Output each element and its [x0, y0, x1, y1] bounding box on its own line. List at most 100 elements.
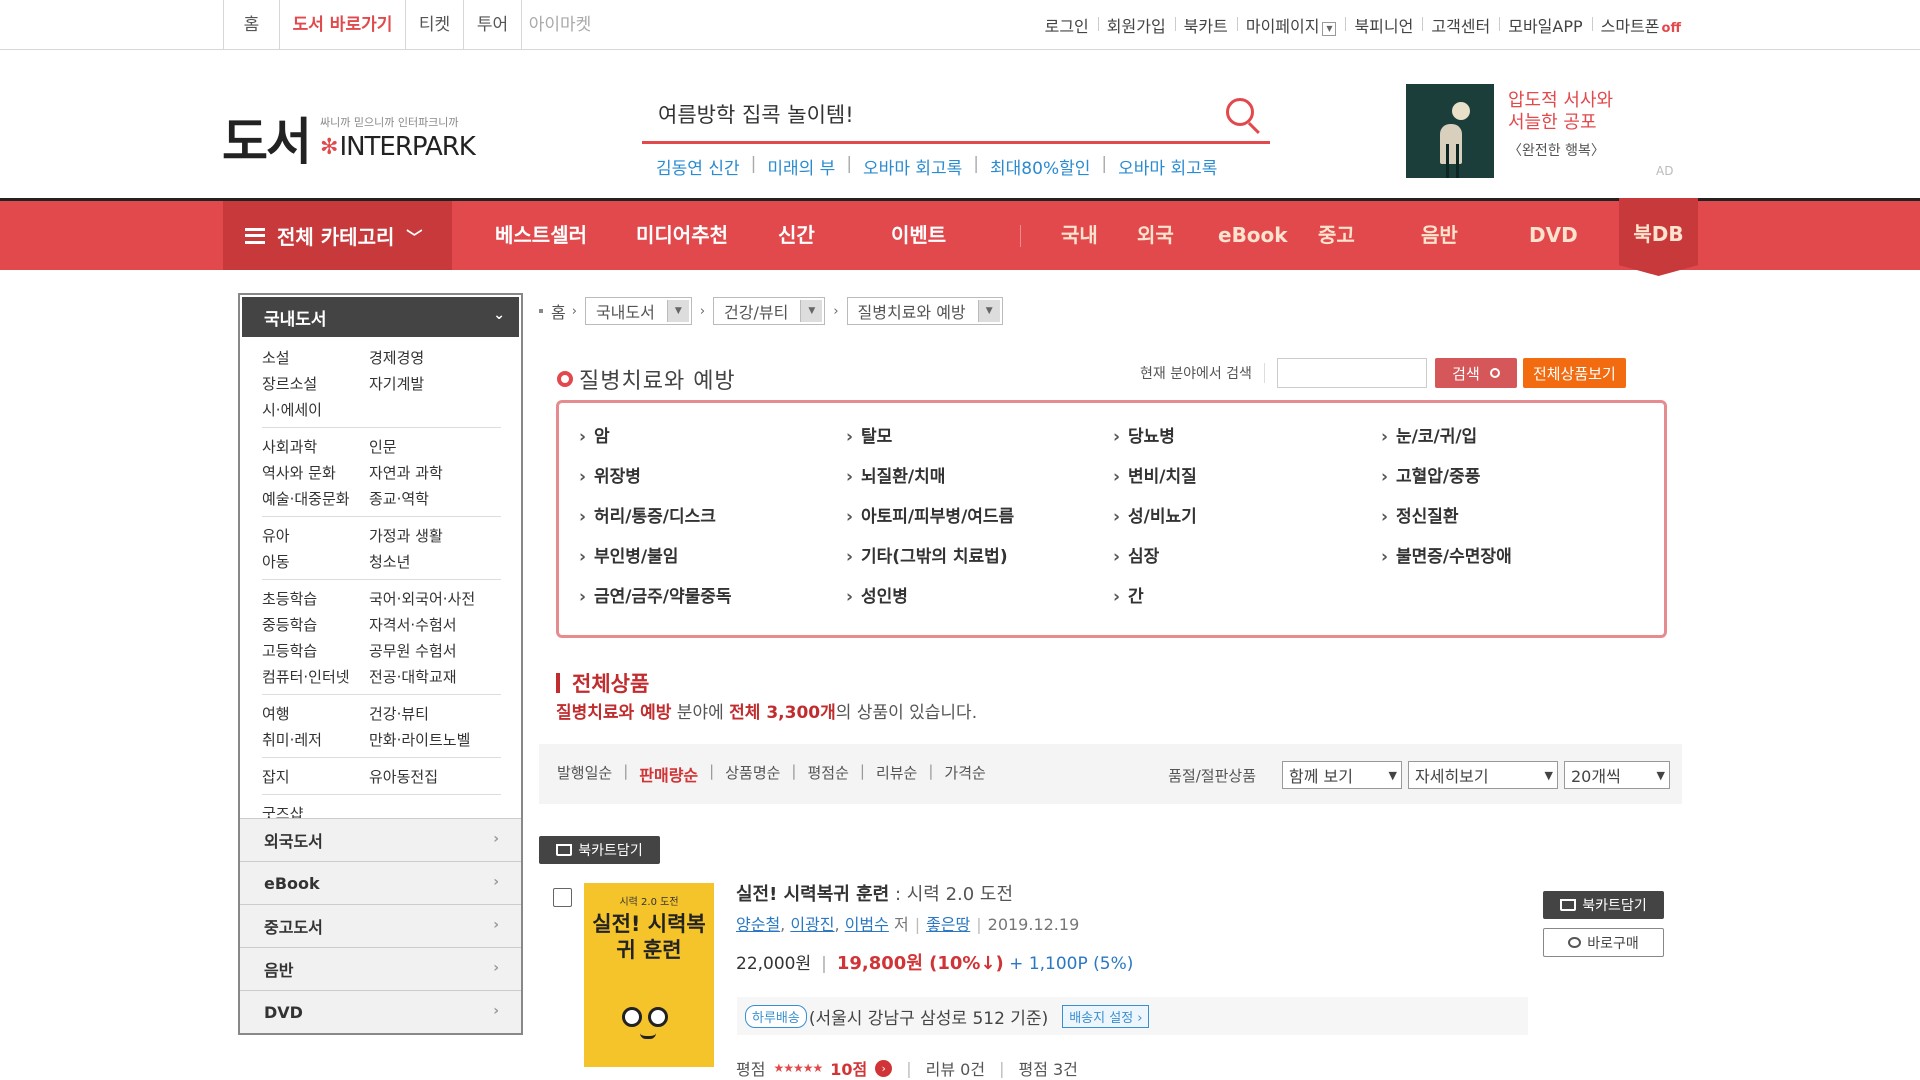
sidebar-category-link[interactable]: 취미·레저 — [262, 727, 369, 753]
chevron-right-icon[interactable]: › — [875, 1059, 893, 1077]
nav-media[interactable]: 미디어추천 — [636, 201, 728, 270]
search-input[interactable] — [642, 88, 1202, 140]
login-link[interactable]: 로그인 — [1036, 13, 1098, 37]
breadcrumb-level3-select[interactable]: 질병치료와 예방 ▼ — [846, 297, 1003, 325]
nav-foreign[interactable]: 외국 — [1137, 201, 1174, 270]
page-size-select[interactable]: 20개씩 ▼ — [1564, 761, 1670, 789]
sidebar-category-link[interactable]: 중등학습 — [262, 612, 369, 638]
view-mode-select[interactable]: 자세히보기 ▼ — [1408, 761, 1558, 789]
subcategory-link[interactable]: 변비/치질 — [1113, 463, 1381, 491]
subcategory-link[interactable]: 금연/금주/약물중독 — [579, 583, 846, 611]
sidebar-category-link[interactable]: 경제경영 — [369, 345, 424, 371]
mypage-link[interactable]: 마이페이지 ▼ — [1236, 13, 1346, 37]
search-icon[interactable] — [1224, 96, 1264, 136]
view-all-products-button[interactable]: 전체상품보기 — [1522, 358, 1626, 388]
keyword-link[interactable]: 김동연 신간 — [656, 154, 740, 179]
sidebar-category-link[interactable]: 고등학습 — [262, 638, 369, 664]
sidebar-category-link[interactable]: 소설 — [262, 345, 369, 371]
sidebar-category-link[interactable]: 자연과 과학 — [369, 460, 443, 486]
smartphone-toggle[interactable]: 스마트폰 off — [1591, 13, 1690, 37]
subcategory-link[interactable]: 불면증/수면장애 — [1381, 543, 1641, 571]
subcategory-link[interactable]: 정신질환 — [1381, 503, 1641, 531]
nav-music[interactable]: 음반 — [1421, 201, 1458, 270]
soldout-filter-label[interactable]: 품절/절판상품 — [1168, 765, 1256, 786]
sidebar-category-link[interactable]: 종교·역학 — [369, 486, 429, 512]
sidebar-category-link[interactable]: 가정과 생활 — [369, 523, 443, 549]
sidebar-category-link[interactable]: 자기계발 — [369, 371, 424, 397]
item-title[interactable]: 실전! 시력복귀 훈련 : 시력 2.0 도전 — [736, 880, 1013, 906]
subcategory-link[interactable]: 기타(그밖의 치료법) — [846, 543, 1113, 571]
sidebar-category-link[interactable]: 시·에세이 — [262, 397, 369, 423]
sidebar-category-link[interactable]: 장르소설 — [262, 371, 369, 397]
subcategory-link[interactable]: 성/비뇨기 — [1113, 503, 1381, 531]
breadcrumb-level2-select[interactable]: 건강/뷰티 ▼ — [713, 297, 826, 325]
subcategory-link[interactable]: 부인병/불임 — [579, 543, 846, 571]
sidebar-category-link[interactable]: 인문 — [369, 434, 397, 460]
rating-total[interactable]: 평점 3건 — [1018, 1056, 1077, 1080]
keyword-link[interactable]: 최대80%할인 — [990, 154, 1090, 179]
item-select-checkbox[interactable] — [553, 888, 572, 907]
header-ad[interactable]: 압도적 서사와 서늘한 공포 〈완전한 행복〉 AD — [1406, 84, 1706, 184]
sidebar-category-link[interactable]: 여행 — [262, 701, 369, 727]
subcategory-link[interactable]: 아토피/피부병/여드름 — [846, 503, 1113, 531]
nav-event[interactable]: 이벤트 — [891, 201, 946, 270]
bookcart-link[interactable]: 북카트 — [1174, 13, 1237, 37]
sidebar-category-link[interactable]: 국어·외국어·사전 — [369, 586, 475, 612]
nav-new[interactable]: 신간 — [778, 201, 815, 270]
tab-books[interactable]: 도서 바로가기 — [280, 0, 406, 50]
delivery-setting-button[interactable]: 배송지 설정 › — [1062, 1004, 1150, 1028]
subcategory-link[interactable]: 심장 — [1113, 543, 1381, 571]
subcategory-link[interactable]: 간 — [1113, 583, 1381, 611]
sort-option[interactable]: 평점순 — [807, 762, 848, 786]
nav-bookdb[interactable]: 북DB — [1619, 198, 1698, 276]
keyword-link[interactable]: 오바마 회고록 — [1118, 154, 1217, 179]
nav-dvd[interactable]: DVD — [1529, 201, 1578, 270]
tab-tour[interactable]: 투어 — [464, 0, 522, 50]
nav-domestic[interactable]: 국내 — [1061, 201, 1098, 270]
tab-ticket[interactable]: 티켓 — [406, 0, 464, 50]
category-search-input[interactable] — [1276, 358, 1427, 388]
sidebar-category-link[interactable]: 잡지 — [262, 764, 369, 790]
sort-option[interactable]: 판매량순 — [639, 762, 698, 786]
customer-center-link[interactable]: 고객센터 — [1422, 13, 1499, 37]
signup-link[interactable]: 회원가입 — [1097, 13, 1175, 37]
keyword-link[interactable]: 오바마 회고록 — [863, 154, 962, 179]
sidebar-category-link[interactable]: 사회과학 — [262, 434, 369, 460]
sidebar-category-link[interactable]: 아동 — [262, 549, 369, 575]
subcategory-link[interactable]: 눈/코/귀/입 — [1381, 423, 1641, 451]
mobile-app-link[interactable]: 모바일APP — [1499, 13, 1591, 37]
site-logo[interactable]: 도서 싸니까 믿으니까 인터파크니까 ✻ INTERPARK — [222, 102, 476, 174]
all-category-button[interactable]: 전체 카테고리 ﹀ — [223, 201, 452, 270]
soldout-view-select[interactable]: 함께 보기 ▼ — [1282, 761, 1402, 789]
sidebar-category-link[interactable]: 유아동전집 — [369, 764, 438, 790]
tab-imarket[interactable]: 아이마켓 — [522, 0, 598, 50]
subcategory-link[interactable]: 당뇨병 — [1113, 423, 1381, 451]
subcategory-link[interactable]: 위장병 — [579, 463, 846, 491]
author-link[interactable]: 이광진 — [790, 915, 834, 934]
subcategory-link[interactable]: 고혈압/중풍 — [1381, 463, 1641, 491]
nav-used[interactable]: 중고 — [1318, 201, 1355, 270]
publisher-link[interactable]: 좋은땅 — [926, 915, 970, 934]
author-link[interactable]: 이범수 — [845, 915, 889, 934]
bookpinion-link[interactable]: 북피니언 — [1345, 13, 1422, 37]
author-link[interactable]: 양순철 — [736, 915, 780, 934]
bulk-add-to-cart-button[interactable]: 북카트담기 — [539, 836, 660, 864]
sidebar-category-link[interactable]: 역사와 문화 — [262, 460, 369, 486]
sort-option[interactable]: 발행일순 — [557, 762, 612, 786]
nav-ebook[interactable]: eBook — [1218, 201, 1288, 270]
sidebar-category-link[interactable]: 전공·대학교재 — [369, 664, 457, 690]
sort-option[interactable]: 가격순 — [944, 762, 985, 786]
subcategory-link[interactable]: 뇌질환/치매 — [846, 463, 1113, 491]
breadcrumb-level1-select[interactable]: 국내도서 ▼ — [584, 297, 692, 325]
add-to-cart-button[interactable]: 북카트담기 — [1543, 891, 1664, 919]
sidebar-category-link[interactable]: 자격서·수험서 — [369, 612, 457, 638]
sidebar-menu-used[interactable]: 중고도서 › — [240, 904, 521, 947]
sidebar-category-link[interactable]: 예술·대중문화 — [262, 486, 369, 512]
sidebar-category-link[interactable]: 유아 — [262, 523, 369, 549]
buy-now-button[interactable]: 바로구매 — [1543, 928, 1664, 957]
sidebar-category-link[interactable]: 건강·뷰티 — [369, 701, 429, 727]
sidebar-menu-foreign[interactable]: 외국도서 › — [240, 818, 521, 861]
category-search-button[interactable]: 검색 — [1434, 358, 1517, 388]
sidebar-menu-ebook[interactable]: eBook › — [240, 861, 521, 904]
sidebar-menu-music[interactable]: 음반 › — [240, 947, 521, 990]
